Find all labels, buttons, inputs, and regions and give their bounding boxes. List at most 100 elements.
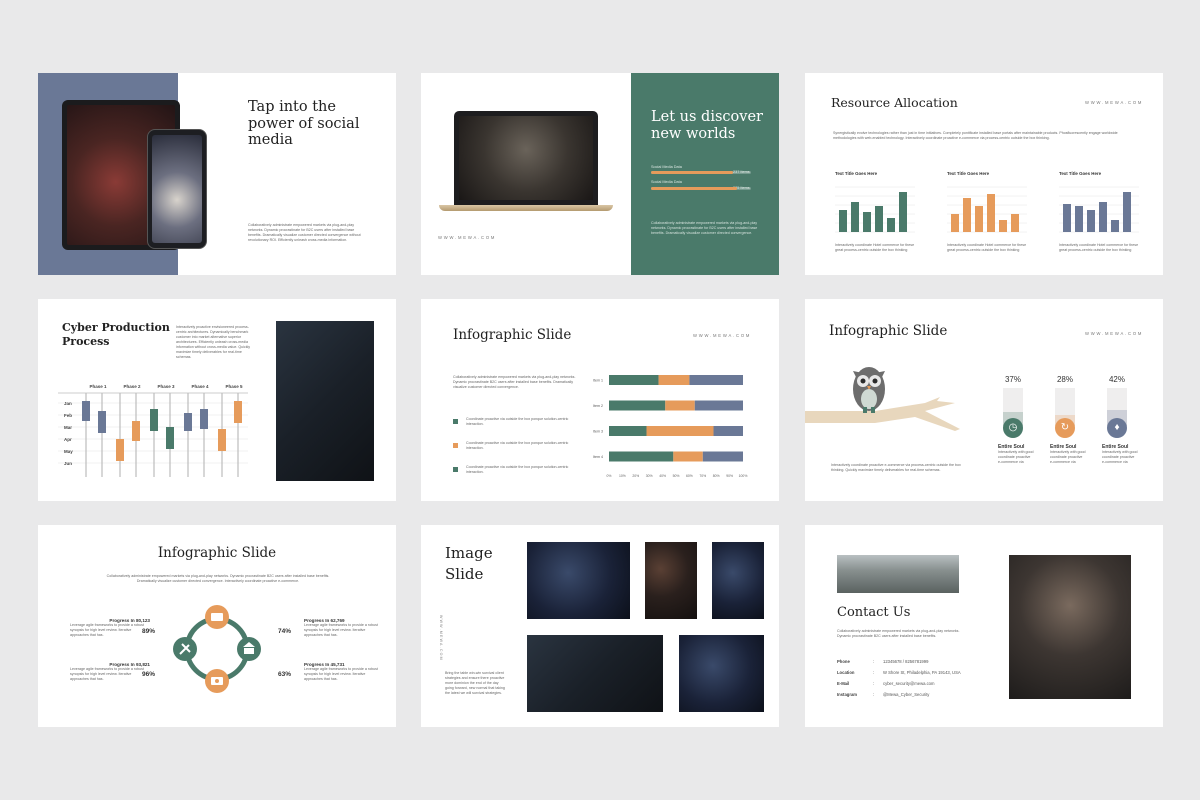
list-text: Coordinate proactive via outside the box…	[466, 441, 569, 450]
chart-title: Text Title Goes Here	[1059, 171, 1102, 176]
stacked-segment	[658, 375, 690, 385]
slide-body: Interactively proactive envisioneered pr…	[176, 325, 251, 359]
chart-bar	[951, 214, 959, 232]
chart-bar	[863, 212, 871, 232]
x-tick-label: 50%	[673, 474, 680, 478]
progress-percent: 96%	[142, 671, 156, 678]
x-tick-label: 60%	[686, 474, 693, 478]
progress-percent: 74%	[278, 628, 292, 635]
phone-mockup	[147, 129, 207, 249]
slide-thumbnail-9[interactable]: Contact Us Collaboratively administrate …	[805, 525, 1163, 727]
phase-label: Phase 4	[191, 384, 209, 389]
mini-bar-chart: Text Title Goes Here Interactively coord…	[835, 171, 935, 259]
slide-thumbnail-2[interactable]: WWW.MEWA.COM Let us discover new worlds …	[421, 73, 779, 275]
chart-bar	[887, 218, 895, 232]
mini-bar-chart: Text Title Goes Here Interactively coord…	[1059, 171, 1159, 259]
drop-icon: ♦	[1107, 418, 1127, 438]
photo-portrait	[1009, 555, 1131, 699]
slide-title: Infographic Slide	[453, 327, 572, 343]
chart-bar	[1063, 204, 1071, 232]
bullet-square	[453, 419, 458, 424]
x-tick-label: 40%	[659, 474, 666, 478]
chart-svg-orange	[947, 186, 1027, 233]
refresh-icon: ↻	[1055, 418, 1075, 438]
slide-thumbnail-4[interactable]: Cyber Production Process Interactively p…	[38, 299, 396, 501]
stat-body: Interactively with good coordinate proac…	[1102, 450, 1138, 464]
slide-thumbnail-1[interactable]: Tap into the power of social media Colla…	[38, 73, 396, 275]
slide-thumbnail-3[interactable]: Resource Allocation WWW.MEWA.COM Synergi…	[805, 73, 1163, 275]
phase-bar	[200, 409, 208, 429]
slide-intro: Collaboratively administrate empowered m…	[837, 629, 960, 638]
phase-bar	[132, 421, 140, 441]
stat-body: Interactively with good coordinate proac…	[1050, 450, 1086, 464]
stat-column: 42% ♦ Entire Soul Interactively with goo…	[1102, 375, 1138, 465]
x-tick-label: 0%	[607, 474, 612, 478]
progress-block: Progress In 62,769 Leverage agile framew…	[304, 618, 384, 638]
slide-thumbnail-5[interactable]: Infographic Slide WWW.MEWA.COM Collabora…	[421, 299, 779, 501]
progress-percent: 89%	[142, 628, 156, 635]
chart-bar	[1123, 192, 1131, 232]
phase-bar	[218, 429, 226, 451]
slide-body: Interactively coordinate proactive e-com…	[831, 463, 961, 472]
phase-bar	[166, 427, 174, 449]
contact-key: Phone	[837, 659, 850, 664]
progress-body: Leverage agile frameworks to provide a r…	[304, 667, 378, 681]
chart-bar	[987, 194, 995, 232]
x-tick-label: 10%	[619, 474, 626, 478]
slide-thumbnail-7[interactable]: Infographic Slide Collaboratively admini…	[38, 525, 396, 727]
month-label: May	[64, 449, 73, 454]
stacked-bar-chart: Item 1 Item 2 Item 3 Item 4 0% 10% 20% 30% 40% 50…	[593, 375, 748, 478]
stacked-segment	[689, 375, 743, 385]
progress-body: Leverage agile frameworks to provide a r…	[70, 623, 144, 637]
progress-bar	[651, 187, 751, 190]
contact-value[interactable]: @Mewa_Cyber_Security	[883, 692, 929, 697]
chart-bar	[963, 198, 971, 232]
chart-bar	[851, 202, 859, 232]
chart-bar	[839, 210, 847, 232]
month-label: Mar	[64, 425, 72, 430]
progress-block: Progress In 93,821 Leverage agile framew…	[70, 662, 150, 682]
stat-body: Interactively with good coordinate proac…	[998, 450, 1034, 464]
x-tick-label: 30%	[646, 474, 653, 478]
month-label: Feb	[64, 413, 72, 418]
chart-bar	[875, 206, 883, 232]
slide-title: Infographic Slide	[157, 545, 277, 561]
chart-body: Interactively coordinate Hotel commerce …	[1059, 243, 1139, 252]
contact-key: Instagram	[837, 692, 858, 697]
x-tick-label: 80%	[713, 474, 720, 478]
photo-typing	[679, 635, 764, 712]
photo-hands-keyboard	[712, 542, 764, 619]
contact-key: E-Mail	[837, 681, 850, 686]
slide-intro: Collaboratively administrate empowered m…	[106, 574, 330, 583]
stacked-segment	[646, 426, 714, 436]
stat-percent: 28%	[1056, 375, 1073, 384]
month-label: Apr	[64, 437, 72, 442]
slide-title: Tap into the power of social media	[248, 99, 360, 148]
contact-value[interactable]: cyber_security@mewa.com	[883, 681, 935, 686]
slide-title: Infographic Slide	[829, 323, 948, 339]
website-label: WWW.MEWA.COM	[1085, 331, 1144, 336]
stat-percent: 42%	[1108, 375, 1125, 384]
x-tick-label: 100%	[739, 474, 748, 478]
chart-bar	[999, 220, 1007, 232]
slide-body: Bring the table win-win survival client …	[445, 671, 505, 695]
slide-body: Collaboratively administrate empowered m…	[248, 223, 361, 242]
phase-bar	[234, 401, 242, 423]
slide-thumbnail-8[interactable]: Image Slide WWW.MEWA.COM Bring the table…	[421, 525, 779, 727]
chart-svg-slate	[1059, 186, 1139, 233]
chart-bar	[899, 192, 907, 232]
photo-dark-room	[645, 542, 697, 619]
laptop-mockup	[454, 111, 598, 205]
phase-bar	[116, 439, 124, 461]
website-label-vertical: WWW.MEWA.COM	[439, 615, 443, 661]
chart-bar	[1011, 214, 1019, 232]
list-text: Coordinate proactive via outside the box…	[466, 417, 569, 426]
slide-title: Contact Us	[837, 605, 911, 620]
slide-thumbnail-6[interactable]: Infographic Slide WWW.MEWA.COM Interacti…	[805, 299, 1163, 501]
stacked-segment	[609, 451, 674, 462]
progress-block: Progress In 45,731 Leverage agile framew…	[304, 662, 384, 682]
chart-body: Interactively coordinate Hotel commerce …	[835, 243, 915, 252]
chart-body: Interactively coordinate Hotel commerce …	[947, 243, 1027, 252]
photo-monitor-desk	[527, 542, 630, 619]
phase-label: Phase 1	[89, 384, 107, 389]
